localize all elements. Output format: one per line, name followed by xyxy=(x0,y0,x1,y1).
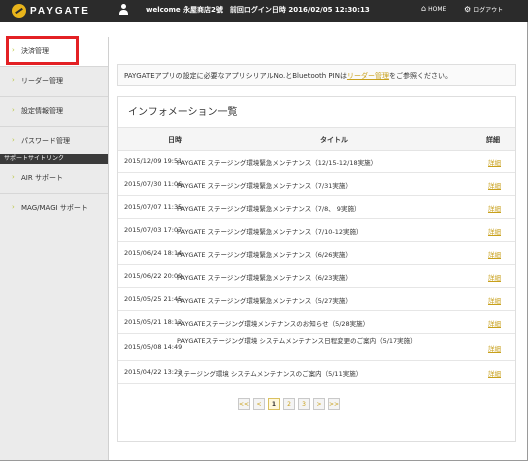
table-row: 2015/06/22 20:09 PAYGATE ステージング環境緊急メンテナン… xyxy=(118,265,515,288)
logo-text: PAYGATE xyxy=(30,5,90,17)
sidebar: › 決済管理 › リーダー管理 › 設定情報管理 › パスワード管理 サポートサ… xyxy=(0,37,109,460)
row-title: PAYGATE ステージング環境緊急メンテナンス（5/27実施） xyxy=(177,297,352,305)
sidebar-item-label: パスワード管理 xyxy=(21,137,70,145)
row-title: PAYGATEステージング環境メンテナンスのお知らせ（5/28実施） xyxy=(177,320,370,328)
detail-link[interactable]: 詳細 xyxy=(488,157,501,167)
sidebar-link-label: MAG/MAGI サポート xyxy=(21,204,88,212)
table-row: 2015/04/22 13:22 ステージング環境 システムメンテナンスのご案内… xyxy=(118,361,515,384)
logo-icon xyxy=(12,4,26,18)
welcome-text: welcome 永屋商店2號 前回ログイン日時 2016/02/05 12:30… xyxy=(146,6,370,14)
support-section-header: サポートサイトリンク xyxy=(0,154,108,164)
sidebar-link-label: AIR サポート xyxy=(21,174,63,182)
row-title: PAYGATE ステージング環境緊急メンテナンス（7/31実施） xyxy=(177,182,352,190)
column-header-title: タイトル xyxy=(320,136,348,144)
pagination: << < 1 2 3 > >> xyxy=(238,398,340,410)
section-label: サポートサイトリンク xyxy=(4,155,65,162)
row-date: 2015/07/30 11:06 xyxy=(124,180,183,188)
notice-bar: PAYGATEアプリの設定に必要なアプリシリアルNo.とBluetooth PI… xyxy=(117,64,516,86)
detail-link[interactable]: 詳細 xyxy=(488,180,501,190)
table-row: 2015/05/25 21:45 PAYGATE ステージング環境緊急メンテナン… xyxy=(118,288,515,311)
detail-link[interactable]: 詳細 xyxy=(488,203,501,213)
panel-title: インフォメーション一覧 xyxy=(128,107,238,118)
row-date: 2015/07/07 11:35 xyxy=(124,203,183,211)
row-date: 2015/12/09 19:51 xyxy=(124,157,183,165)
table-row: 2015/12/09 19:51 PAYGATE ステージング環境緊急メンテナン… xyxy=(118,150,515,173)
chevron-right-icon: › xyxy=(12,106,15,114)
row-date: 2015/05/21 18:12 xyxy=(124,318,183,326)
row-date: 2015/06/22 20:09 xyxy=(124,272,183,280)
table-row: 2015/05/08 14:49 PAYGATEステージング環境 システムメンテ… xyxy=(118,334,515,361)
row-title: PAYGATE ステージング環境緊急メンテナンス（7/8、 9実施） xyxy=(177,205,361,213)
sidebar-link-mag-support[interactable]: › MAG/MAGI サポート xyxy=(0,194,108,223)
detail-link[interactable]: 詳細 xyxy=(488,249,501,259)
row-date: 2015/04/22 13:22 xyxy=(124,368,183,376)
column-header-detail: 詳細 xyxy=(486,136,500,144)
pagination-first-button[interactable]: << xyxy=(238,398,250,410)
row-title: PAYGATE ステージング環境緊急メンテナンス（12/15-12/18実施） xyxy=(177,159,378,167)
chevron-right-icon: › xyxy=(12,203,15,211)
row-title: PAYGATE ステージング環境緊急メンテナンス（6/26実施） xyxy=(177,251,352,259)
reader-management-link[interactable]: リーダー管理 xyxy=(347,72,389,80)
sidebar-item-label: 設定情報管理 xyxy=(21,107,63,115)
pagination-page-3[interactable]: 3 xyxy=(298,398,310,410)
information-panel: インフォメーション一覧 日時 タイトル 詳細 2015/12/09 19:51 … xyxy=(117,96,516,442)
notice-text: PAYGATEアプリの設定に必要なアプリシリアルNo.とBluetooth PI… xyxy=(124,72,347,80)
detail-link[interactable]: 詳細 xyxy=(488,343,501,353)
detail-link[interactable]: 詳細 xyxy=(488,295,501,305)
pagination-prev-button[interactable]: < xyxy=(253,398,265,410)
logout-link[interactable]: ⚙ ログアウト xyxy=(464,5,503,14)
notice-text-end: をご参照ください。 xyxy=(388,72,452,80)
paygate-logo[interactable]: PAYGATE xyxy=(12,3,90,19)
sidebar-item-password[interactable]: › パスワード管理 xyxy=(0,127,108,156)
pagination-next-button[interactable]: > xyxy=(313,398,325,410)
table-row: 2015/07/30 11:06 PAYGATE ステージング環境緊急メンテナン… xyxy=(118,173,515,196)
table-row: 2015/05/21 18:12 PAYGATEステージング環境メンテナンスのお… xyxy=(118,311,515,334)
table-row: 2015/06/24 18:14 PAYGATE ステージング環境緊急メンテナン… xyxy=(118,242,515,265)
chevron-right-icon: › xyxy=(12,136,15,144)
table-header: 日時 タイトル 詳細 xyxy=(118,127,515,151)
gear-icon: ⚙ xyxy=(464,4,472,14)
user-icon xyxy=(118,4,128,16)
row-date: 2015/05/25 21:45 xyxy=(124,295,183,303)
row-title: PAYGATEステージング環境 システムメンテナンス日程変更のご案内（5/17実… xyxy=(177,337,417,345)
detail-link[interactable]: 詳細 xyxy=(488,318,501,328)
row-date: 2015/07/03 17:07 xyxy=(124,226,183,234)
detail-link[interactable]: 詳細 xyxy=(488,226,501,236)
sidebar-item-label: リーダー管理 xyxy=(21,77,63,85)
top-header: PAYGATE welcome 永屋商店2號 前回ログイン日時 2016/02/… xyxy=(0,0,528,22)
home-link[interactable]: ⌂ HOME xyxy=(421,5,446,13)
home-label: HOME xyxy=(428,5,447,13)
detail-link[interactable]: 詳細 xyxy=(488,272,501,282)
row-title: PAYGATE ステージング環境緊急メンテナンス（6/23実施） xyxy=(177,274,352,282)
chevron-right-icon: › xyxy=(12,76,15,84)
pagination-page-2[interactable]: 2 xyxy=(283,398,295,410)
row-date: 2015/05/08 14:49 xyxy=(124,343,183,351)
pagination-page-1[interactable]: 1 xyxy=(268,398,280,410)
pagination-last-button[interactable]: >> xyxy=(328,398,340,410)
sidebar-item-settings[interactable]: › 設定情報管理 xyxy=(0,97,108,126)
detail-link[interactable]: 詳細 xyxy=(488,368,501,378)
column-header-date: 日時 xyxy=(168,136,182,144)
chevron-right-icon: › xyxy=(12,173,15,181)
row-title: PAYGATE ステージング環境緊急メンテナンス（7/10-12実施） xyxy=(177,228,363,236)
highlight-box xyxy=(6,36,79,65)
sidebar-item-reader[interactable]: › リーダー管理 xyxy=(0,67,108,96)
home-icon: ⌂ xyxy=(421,4,427,13)
row-date: 2015/06/24 18:14 xyxy=(124,249,183,257)
row-title: ステージング環境 システムメンテナンスのご案内（5/11実施） xyxy=(177,370,363,378)
table-row: 2015/07/03 17:07 PAYGATE ステージング環境緊急メンテナン… xyxy=(118,219,515,242)
table-row: 2015/07/07 11:35 PAYGATE ステージング環境緊急メンテナン… xyxy=(118,196,515,219)
sidebar-link-air-support[interactable]: › AIR サポート xyxy=(0,164,108,193)
logout-label: ログアウト xyxy=(473,7,504,14)
